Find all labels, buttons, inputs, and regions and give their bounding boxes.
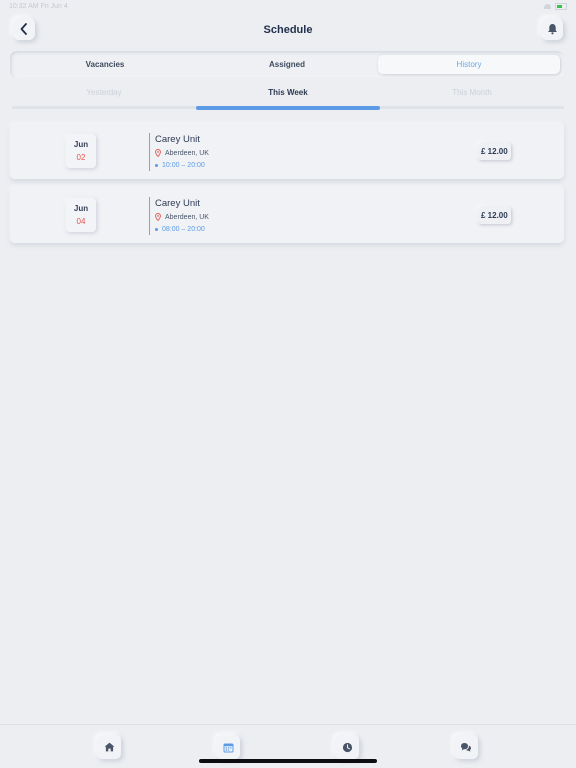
nav-messages-button[interactable] <box>454 735 478 759</box>
nav-schedule-button[interactable] <box>216 735 240 759</box>
shift-location: Aberdeen, UK <box>155 149 209 157</box>
location-pin-icon <box>155 149 161 157</box>
tab-vacancies[interactable]: Vacancies <box>14 55 196 74</box>
shift-location-text: Aberdeen, UK <box>165 213 209 221</box>
shift-month: Jun <box>73 140 89 149</box>
shift-time: 08:00 – 20:00 <box>155 226 209 233</box>
tab-history[interactable]: History <box>378 55 560 74</box>
nav-home-button[interactable] <box>97 735 121 759</box>
shift-location-text: Aberdeen, UK <box>165 149 209 157</box>
card-divider <box>149 197 150 235</box>
clock-icon <box>342 742 352 752</box>
shift-card[interactable]: Jun 04 Carey Unit Aberdeen, UK 08:00 – 2… <box>10 187 564 243</box>
shift-card[interactable]: Jun 02 Carey Unit Aberdeen, UK 10:00 – 2… <box>10 123 564 179</box>
shift-time-text: 10:00 – 20:00 <box>162 162 205 169</box>
status-bar: 10:32 AM Fri Jun 4 <box>0 0 576 14</box>
home-icon <box>104 742 114 752</box>
battery-icon <box>555 3 567 10</box>
page-title: Schedule <box>263 24 313 36</box>
period-active-indicator <box>196 106 380 110</box>
header: Schedule <box>0 16 576 44</box>
location-pin-icon <box>155 213 161 221</box>
tab-assigned[interactable]: Assigned <box>196 55 378 74</box>
wifi-icon <box>544 4 551 9</box>
shift-unit: Carey Unit <box>155 134 200 145</box>
shift-time: 10:00 – 20:00 <box>155 162 209 169</box>
status-indicators <box>544 3 567 10</box>
shift-day: 02 <box>76 153 86 162</box>
shift-price: £ 12.00 <box>478 207 511 224</box>
time-dot-icon <box>155 228 158 231</box>
shift-location: Aberdeen, UK <box>155 213 209 221</box>
chat-icon <box>461 742 471 752</box>
period-tab-yesterday[interactable]: Yesterday <box>12 88 196 97</box>
shift-date: Jun 02 <box>66 134 96 168</box>
shift-date: Jun 04 <box>66 198 96 232</box>
period-tabs: Yesterday This Week This Month <box>12 88 564 112</box>
notifications-button[interactable] <box>541 18 563 40</box>
time-dot-icon <box>155 164 158 167</box>
shift-price: £ 12.00 <box>478 143 511 160</box>
status-time: 10:32 AM Fri Jun 4 <box>9 3 68 10</box>
card-divider <box>149 133 150 171</box>
bottom-nav <box>0 724 576 768</box>
shift-day: 04 <box>76 217 86 226</box>
home-indicator <box>199 759 377 763</box>
shift-info: Carey Unit Aberdeen, UK 10:00 – 20:00 <box>155 134 209 169</box>
bell-icon <box>547 24 557 35</box>
shift-info: Carey Unit Aberdeen, UK 08:00 – 20:00 <box>155 198 209 233</box>
calendar-icon <box>223 743 233 752</box>
period-tab-this-week[interactable]: This Week <box>196 88 380 97</box>
period-tab-this-month[interactable]: This Month <box>380 88 564 97</box>
shift-month: Jun <box>73 204 89 213</box>
nav-history-button[interactable] <box>335 735 359 759</box>
shift-time-text: 08:00 – 20:00 <box>162 226 205 233</box>
schedule-segment-control: Vacancies Assigned History <box>10 51 564 78</box>
shift-unit: Carey Unit <box>155 198 200 209</box>
